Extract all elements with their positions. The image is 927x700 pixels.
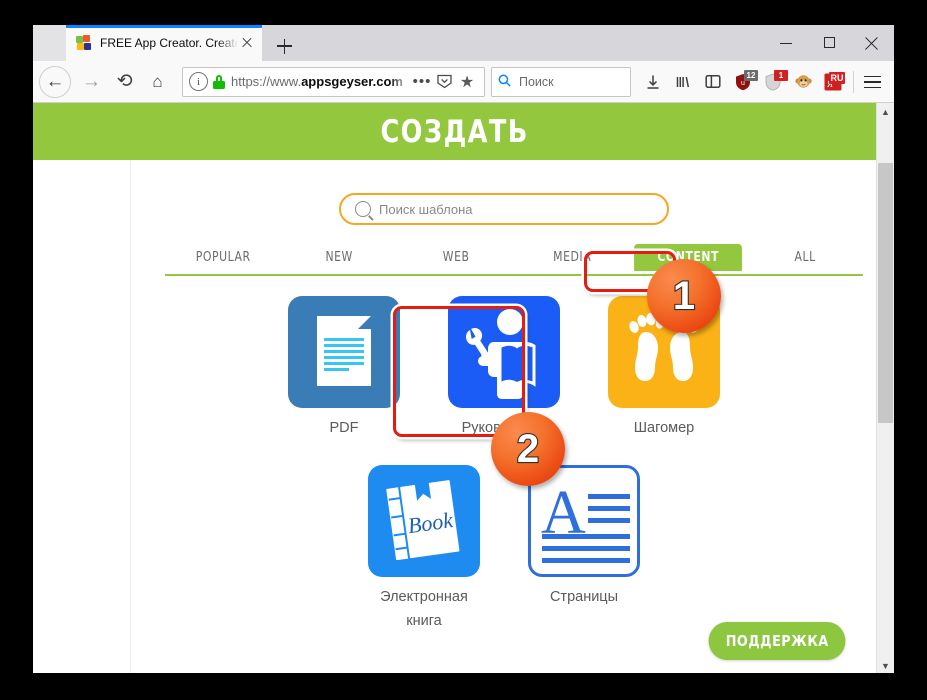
tab-web[interactable]: WEB xyxy=(402,244,510,271)
browser-search-placeholder: Поиск xyxy=(519,74,554,89)
reader-view-icon[interactable] xyxy=(436,73,456,90)
tab-all[interactable]: ALL xyxy=(751,244,859,271)
page-actions-icon[interactable]: ••• xyxy=(411,73,433,90)
page-viewport: СОЗДАТЬ Поиск шаблона POPULAR NEW WEB ME… xyxy=(33,103,894,673)
tabs-underline xyxy=(165,274,863,276)
page-title: СОЗДАТЬ xyxy=(380,113,530,150)
hamburger-menu-icon[interactable] xyxy=(860,67,888,97)
appsgeyser-favicon-icon xyxy=(76,35,92,51)
close-window-button[interactable] xyxy=(851,25,894,61)
address-bar[interactable]: i https://www.appsgeyser.com ••• ★ xyxy=(182,66,485,97)
bookmark-star-icon[interactable]: ★ xyxy=(456,72,478,92)
template-card-pdf[interactable]: PDF xyxy=(285,296,403,441)
vertical-scrollbar[interactable]: ▲ ▼ xyxy=(876,103,894,673)
sidebar-icon[interactable] xyxy=(699,67,727,97)
toolbar-divider xyxy=(853,70,854,93)
url-text: https://www.appsgeyser.com xyxy=(231,74,411,89)
category-tabs: POPULAR NEW WEB MEDIA CONTENT ALL xyxy=(131,244,877,276)
russian-translate-icon[interactable]: Я RU xyxy=(819,67,847,97)
template-search-input[interactable]: Поиск шаблона xyxy=(339,193,669,225)
manual-person-wrench-icon xyxy=(448,296,560,408)
support-button[interactable]: ПОДДЕРЖКА xyxy=(708,622,846,660)
tab-strip-left-edge xyxy=(33,25,66,61)
browser-search-box[interactable]: Поиск xyxy=(491,66,631,97)
monkey-extension-icon[interactable] xyxy=(789,67,817,97)
annotation-badge-1: 1 xyxy=(647,259,721,333)
scroll-down-icon[interactable]: ▼ xyxy=(877,657,894,673)
template-search-row: Поиск шаблона xyxy=(131,160,877,225)
tab-title: FREE App Creator. Create Apps xyxy=(100,36,238,50)
forward-button[interactable]: → xyxy=(75,65,108,98)
browser-window: FREE App Creator. Create Apps ← → ⟳ ⌂ i … xyxy=(33,25,894,673)
template-label-line1: Электронная xyxy=(380,588,468,605)
minimize-button[interactable] xyxy=(765,25,808,61)
ebook-book-icon: Book xyxy=(368,464,480,577)
screenshot-root: FREE App Creator. Create Apps ← → ⟳ ⌂ i … xyxy=(0,0,927,700)
navigation-toolbar: ← → ⟳ ⌂ i https://www.appsgeyser.com •••… xyxy=(33,61,894,103)
tab-popular[interactable]: POPULAR xyxy=(169,244,277,271)
template-label: PDF xyxy=(329,420,359,436)
template-card-ebook[interactable]: Book Электронная книга xyxy=(365,464,483,634)
russian-badge-label: RU xyxy=(829,71,845,84)
tab-strip: FREE App Creator. Create Apps xyxy=(33,25,894,61)
secure-lock-icon xyxy=(213,74,225,89)
template-label: Шагомер xyxy=(633,420,695,436)
window-controls xyxy=(765,25,894,61)
template-row-2: Book Электронная книга A Страницы xyxy=(365,464,643,634)
adguard-badge-count: 1 xyxy=(774,69,788,81)
tab-new[interactable]: NEW xyxy=(285,244,393,271)
new-tab-button[interactable] xyxy=(266,31,302,61)
maximize-button[interactable] xyxy=(808,25,851,61)
pdf-document-icon xyxy=(288,296,400,408)
reload-button[interactable]: ⟳ xyxy=(108,65,141,98)
page-header-banner: СОЗДАТЬ xyxy=(33,103,877,160)
web-page: СОЗДАТЬ Поиск шаблона POPULAR NEW WEB ME… xyxy=(33,103,877,673)
template-card-pages[interactable]: A Страницы xyxy=(525,464,643,634)
svg-text:u: u xyxy=(741,80,745,87)
back-button[interactable]: ← xyxy=(39,65,71,98)
template-label-line2: книга xyxy=(406,612,442,629)
ublock-badge-count: 12 xyxy=(744,69,758,81)
home-button[interactable]: ⌂ xyxy=(141,65,174,98)
library-icon[interactable] xyxy=(669,67,697,97)
browser-tab[interactable]: FREE App Creator. Create Apps xyxy=(66,25,262,61)
tab-media[interactable]: MEDIA xyxy=(518,244,626,271)
template-label: Электронная книга xyxy=(380,586,468,634)
page-content: Поиск шаблона POPULAR NEW WEB MEDIA CONT… xyxy=(130,160,877,673)
ublock-origin-icon[interactable]: u 12 xyxy=(729,67,758,97)
downloads-icon[interactable] xyxy=(639,67,667,97)
adguard-shield-icon[interactable]: 1 xyxy=(759,67,788,97)
toolbar-icon-group: u 12 1 Я RU xyxy=(639,67,888,97)
scrollbar-thumb[interactable] xyxy=(878,163,893,423)
annotation-badge-2: 2 xyxy=(491,412,565,486)
tab-close-icon[interactable] xyxy=(238,34,256,52)
url-prefix: https://www. xyxy=(231,74,302,89)
search-icon xyxy=(498,74,514,90)
url-domain: appsgeyser.com xyxy=(301,74,403,89)
search-icon xyxy=(355,201,371,217)
template-search-placeholder: Поиск шаблона xyxy=(379,201,473,217)
scroll-up-icon[interactable]: ▲ xyxy=(877,103,894,120)
template-label: Страницы xyxy=(549,588,619,605)
site-info-icon[interactable]: i xyxy=(189,72,208,91)
